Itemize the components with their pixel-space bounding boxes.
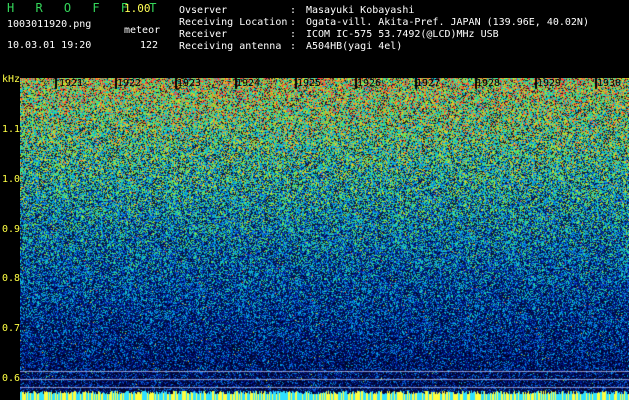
date-time: 10.03.01 19:20	[7, 40, 92, 51]
info-value-antenna: A504HB(yagi 4el)	[306, 41, 403, 52]
info-sep: :	[290, 17, 297, 28]
y-tick-label: 0.7	[2, 323, 21, 334]
header-panel: H R O F F T 1.00 1003011920.png meteor 1…	[0, 0, 629, 76]
info-value-observer: Masayuki Kobayashi	[306, 5, 415, 16]
y-tick-label: 0.9	[2, 224, 21, 235]
info-sep: :	[290, 5, 297, 16]
info-sep: :	[290, 29, 297, 40]
y-axis-unit: kHz	[2, 74, 21, 85]
file-name: 1003011920.png	[7, 19, 92, 30]
info-sep: :	[290, 41, 297, 52]
app-version: 1.00	[124, 2, 151, 15]
info-label-observer: Ovserver	[179, 5, 228, 16]
meteor-label: meteor	[124, 25, 161, 36]
info-label-antenna: Receiving antenna	[179, 41, 282, 52]
y-tick-label: 1.1	[2, 124, 21, 135]
y-tick-label: 1.0	[2, 174, 21, 185]
meteor-count: 122	[140, 40, 159, 51]
info-value-receiver: ICOM IC-575 53.7492(@LCD)MHz USB	[306, 29, 499, 40]
spectrogram-canvas	[20, 78, 629, 400]
info-value-location: Ogata-vill. Akita-Pref. JAPAN (139.96E, …	[306, 17, 589, 28]
y-tick-label: 0.6	[2, 373, 21, 384]
info-label-receiver: Receiver	[179, 29, 228, 40]
info-label-location: Receiving Location	[179, 17, 288, 28]
spectrogram	[20, 78, 629, 400]
y-tick-label: 0.8	[2, 273, 21, 284]
